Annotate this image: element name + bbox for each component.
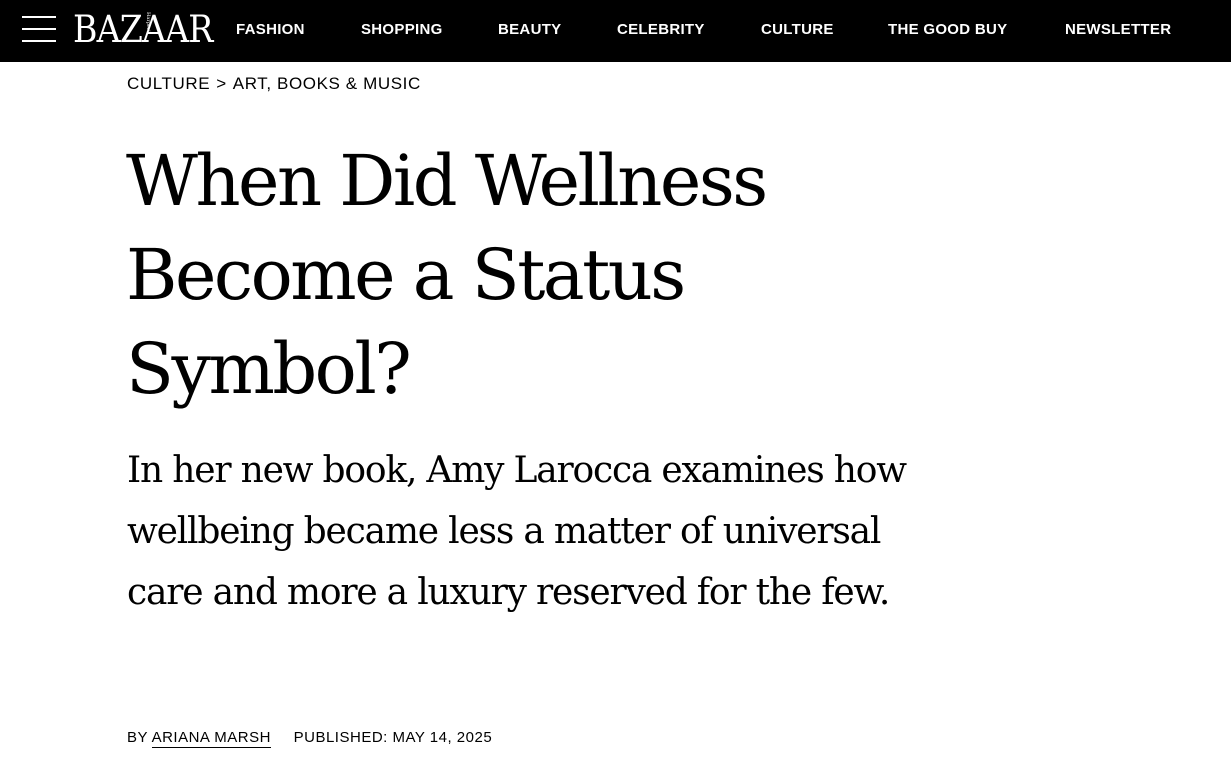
- published-date: PUBLISHED: MAY 14, 2025: [293, 729, 493, 746]
- hamburger-menu-icon[interactable]: [22, 14, 56, 44]
- breadcrumb-separator: >: [216, 74, 227, 93]
- breadcrumb-subsection-link[interactable]: ART, BOOKS & MUSIC: [233, 74, 421, 93]
- nav-item-celebrity[interactable]: CELEBRITY: [617, 20, 705, 40]
- article-dek: In her new book, Amy Larocca examines ho…: [127, 450, 907, 613]
- nav-item-fashion[interactable]: FASHION: [236, 20, 305, 40]
- article-headline: When Did Wellness Become a Status Symbol…: [126, 140, 768, 410]
- byline-label: BY: [127, 729, 148, 746]
- article-byline: BY ARIANA MARSH PUBLISHED: MAY 14, 2025: [127, 728, 492, 748]
- breadcrumb-section-link[interactable]: CULTURE: [127, 74, 210, 93]
- nav-item-beauty[interactable]: BEAUTY: [498, 20, 561, 40]
- nav-item-culture[interactable]: CULTURE: [761, 20, 834, 40]
- breadcrumb: CULTURE > ART, BOOKS & MUSIC: [127, 74, 421, 94]
- top-navigation-bar: BAZAAR Harper's FASHION SHOPPING BEAUTY …: [0, 0, 1231, 62]
- nav-item-newsletter[interactable]: NEWSLETTER: [1065, 20, 1171, 40]
- site-logo[interactable]: BAZAAR: [73, 8, 213, 52]
- nav-item-shopping[interactable]: SHOPPING: [361, 20, 443, 40]
- author-link[interactable]: ARIANA MARSH: [151, 729, 271, 748]
- nav-item-the-good-buy[interactable]: THE GOOD BUY: [888, 20, 1007, 40]
- site-logo-subtext: Harper's: [145, 12, 151, 35]
